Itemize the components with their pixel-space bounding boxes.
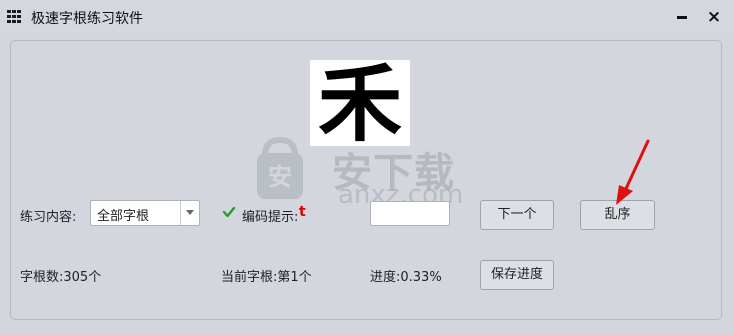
next-button[interactable]: 下一个 [480, 200, 554, 230]
hint-checkbox[interactable] [222, 205, 236, 219]
content-select-value: 全部字根 [97, 209, 150, 224]
hint-value: t [299, 204, 306, 220]
progress-text: 进度:0.33% [370, 270, 442, 285]
hint-label: 编码提示: [242, 210, 299, 225]
answer-input[interactable] [370, 201, 450, 226]
save-progress-button[interactable]: 保存进度 [480, 260, 554, 290]
minimize-button[interactable] [671, 7, 693, 27]
app-grid-icon [7, 10, 22, 24]
content-select[interactable]: 全部字根 [90, 200, 200, 226]
root-count: 字根数:305个 [20, 270, 102, 285]
dropdown-toggle[interactable] [180, 201, 199, 225]
minimize-icon [677, 16, 687, 19]
svg-text:安: 安 [268, 163, 292, 191]
current-root: 当前字根:第1个 [221, 270, 312, 285]
annotation-arrow-icon [616, 139, 650, 205]
close-button[interactable]: × [703, 7, 725, 27]
window-title: 极速字根练习软件 [31, 11, 143, 27]
chevron-down-icon [186, 210, 194, 215]
content-label: 练习内容: [20, 210, 77, 225]
title-bar: 极速字根练习软件 × [0, 0, 734, 34]
